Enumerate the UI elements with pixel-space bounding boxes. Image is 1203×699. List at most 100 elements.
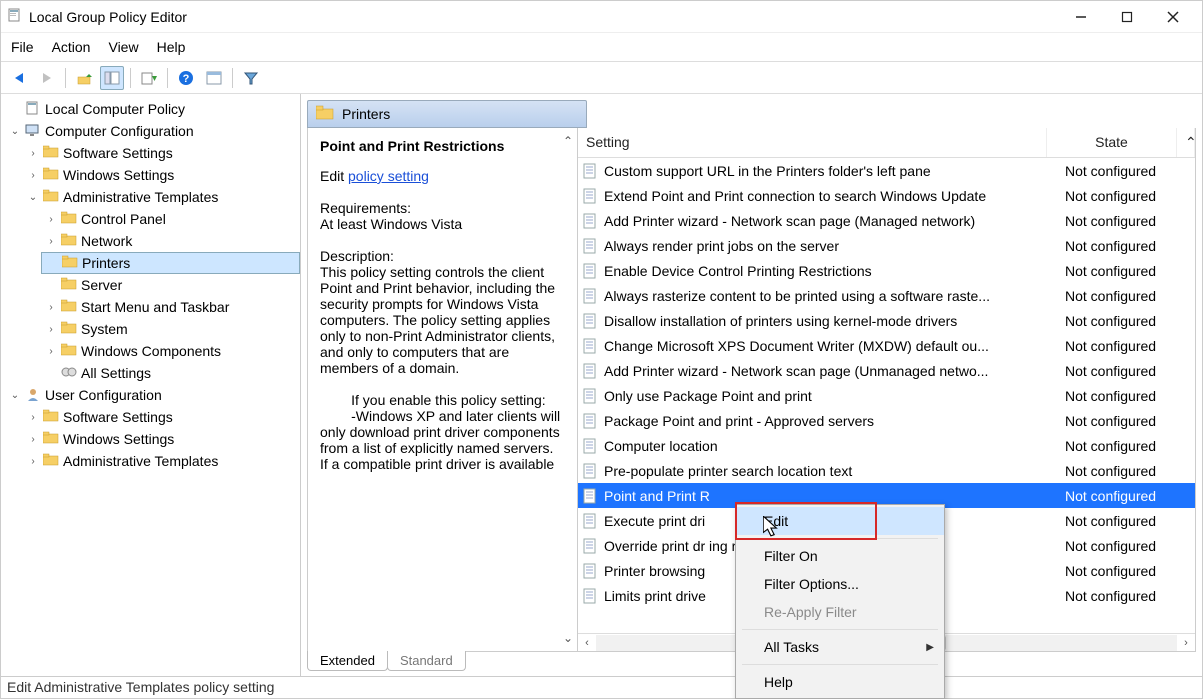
chevron-right-icon[interactable]: ›: [27, 411, 39, 423]
ctx-all-tasks[interactable]: All Tasks▶: [736, 633, 944, 661]
minimize-button[interactable]: [1058, 2, 1104, 32]
tree-at-win-components[interactable]: ›Windows Components: [41, 340, 300, 362]
forward-icon[interactable]: [35, 66, 59, 90]
list-row[interactable]: Extend Point and Print connection to sea…: [578, 183, 1195, 208]
tree-at-printers[interactable]: Printers: [41, 252, 300, 274]
chevron-right-icon[interactable]: ›: [45, 323, 57, 335]
chevron-right-icon[interactable]: ›: [27, 147, 39, 159]
close-button[interactable]: [1150, 2, 1196, 32]
tree-at-server[interactable]: Server: [41, 274, 300, 296]
export-icon[interactable]: [137, 66, 161, 90]
list-row[interactable]: Change Microsoft XPS Document Writer (MX…: [578, 333, 1195, 358]
chevron-down-icon[interactable]: ⌄: [9, 389, 21, 401]
tree-label: All Settings: [81, 365, 151, 381]
scroll-up-icon[interactable]: ⌃: [563, 134, 573, 148]
list-row[interactable]: Pre-populate printer search location tex…: [578, 458, 1195, 483]
tree-uc-windows[interactable]: ›Windows Settings: [23, 428, 300, 450]
detail-pane[interactable]: ⌃ Point and Print Restrictions Edit poli…: [308, 128, 578, 651]
chevron-right-icon[interactable]: ›: [45, 345, 57, 357]
list-row[interactable]: Enable Device Control Printing Restricti…: [578, 258, 1195, 283]
scroll-left-icon[interactable]: ‹: [578, 637, 596, 649]
ctx-help[interactable]: Help: [736, 668, 944, 696]
list-row[interactable]: Disallow installation of printers using …: [578, 308, 1195, 333]
tree-uc-software[interactable]: ›Software Settings: [23, 406, 300, 428]
list-row[interactable]: Custom support URL in the Printers folde…: [578, 158, 1195, 183]
scroll-down-icon[interactable]: ⌄: [563, 631, 573, 645]
tree-at-control-panel[interactable]: › Control Panel: [41, 208, 300, 230]
scroll-up-icon[interactable]: ⌃: [1177, 128, 1195, 157]
enable-intro: If you enable this policy setting:: [320, 392, 565, 408]
cursor-icon: [763, 516, 781, 538]
list-row[interactable]: Add Printer wizard - Network scan page (…: [578, 358, 1195, 383]
up-icon[interactable]: [72, 66, 96, 90]
tree-uc-admin-templates[interactable]: ›Administrative Templates: [23, 450, 300, 472]
chevron-right-icon[interactable]: ›: [45, 301, 57, 313]
chevron-right-icon[interactable]: ›: [45, 213, 57, 225]
tree-computer-config[interactable]: ⌄ Computer Configuration: [5, 120, 300, 142]
chevron-right-icon[interactable]: ›: [45, 235, 57, 247]
ctx-filter-on[interactable]: Filter On: [736, 542, 944, 570]
edit-link-line: Edit policy setting: [320, 168, 565, 184]
menu-file[interactable]: File: [11, 39, 34, 55]
policy-item-icon: [582, 313, 598, 329]
back-icon[interactable]: [7, 66, 31, 90]
list-row[interactable]: Always render print jobs on the serverNo…: [578, 233, 1195, 258]
list-row[interactable]: Package Point and print - Approved serve…: [578, 408, 1195, 433]
tree-at-network[interactable]: › Network: [41, 230, 300, 252]
chevron-down-icon[interactable]: ⌄: [27, 191, 39, 203]
chevron-right-icon[interactable]: ›: [27, 169, 39, 181]
properties-icon[interactable]: [202, 66, 226, 90]
tree-at-startmenu[interactable]: ›Start Menu and Taskbar: [41, 296, 300, 318]
svg-text:?: ?: [183, 73, 190, 85]
tree-root[interactable]: Local Computer Policy: [5, 98, 300, 120]
tree-cc-windows[interactable]: ›Windows Settings: [23, 164, 300, 186]
col-state[interactable]: State: [1047, 128, 1177, 157]
chevron-down-icon[interactable]: ⌄: [9, 125, 21, 137]
folder-icon: [61, 277, 77, 293]
filter-icon[interactable]: [239, 66, 263, 90]
tree-cc-admin-templates[interactable]: ⌄Administrative Templates: [23, 186, 300, 208]
folder-icon: [62, 255, 78, 271]
menu-view[interactable]: View: [108, 39, 138, 55]
tree-cc-software[interactable]: ›Software Settings: [23, 142, 300, 164]
show-hide-tree-icon[interactable]: [100, 66, 124, 90]
window-title: Local Group Policy Editor: [29, 9, 1058, 25]
chevron-right-icon[interactable]: ›: [27, 455, 39, 467]
tree-label: Network: [81, 233, 132, 249]
folder-icon: [43, 453, 59, 469]
ctx-label: Re-Apply Filter: [764, 604, 857, 620]
menu-help[interactable]: Help: [157, 39, 186, 55]
tree-at-all-settings[interactable]: All Settings: [41, 362, 300, 384]
policy-title: Point and Print Restrictions: [320, 138, 565, 154]
maximize-button[interactable]: [1104, 2, 1150, 32]
policy-setting-link[interactable]: policy setting: [348, 168, 429, 184]
policy-item-icon: [582, 463, 598, 479]
ctx-filter-options[interactable]: Filter Options...: [736, 570, 944, 598]
folder-icon: [61, 321, 77, 337]
row-state: Not configured: [1065, 438, 1191, 454]
list-row[interactable]: Add Printer wizard - Network scan page (…: [578, 208, 1195, 233]
help-icon[interactable]: ?: [174, 66, 198, 90]
list-row[interactable]: Only use Package Point and printNot conf…: [578, 383, 1195, 408]
policy-item-icon: [582, 238, 598, 254]
tree-pane[interactable]: Local Computer Policy ⌄ Computer Configu…: [1, 94, 301, 676]
chevron-right-icon[interactable]: ›: [27, 433, 39, 445]
row-setting: Point and Print R: [604, 488, 1059, 504]
scroll-right-icon[interactable]: ›: [1177, 637, 1195, 649]
tree-user-config[interactable]: ⌄User Configuration: [5, 384, 300, 406]
menu-action[interactable]: Action: [52, 39, 91, 55]
tab-extended[interactable]: Extended: [307, 651, 388, 671]
tree-label: Control Panel: [81, 211, 166, 227]
policy-item-icon: [582, 288, 598, 304]
list-row[interactable]: Computer location Not configured: [578, 433, 1195, 458]
list-row[interactable]: Always rasterize content to be printed u…: [578, 283, 1195, 308]
titlebar: Local Group Policy Editor: [1, 1, 1202, 33]
tree-at-system[interactable]: ›System: [41, 318, 300, 340]
tab-standard[interactable]: Standard: [387, 651, 466, 671]
row-state: Not configured: [1065, 163, 1191, 179]
list-header: Setting State ⌃: [578, 128, 1195, 158]
row-setting: Computer location: [604, 438, 1059, 454]
row-state: Not configured: [1065, 513, 1191, 529]
row-setting: Always rasterize content to be printed u…: [604, 288, 1059, 304]
col-setting[interactable]: Setting: [578, 128, 1047, 157]
